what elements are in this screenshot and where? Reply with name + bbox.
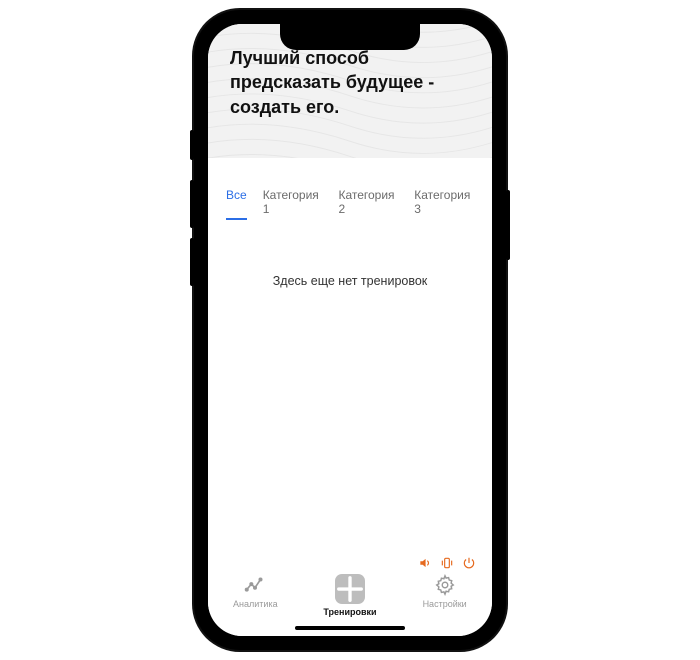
- tab-category-1[interactable]: Категория 1: [263, 188, 323, 220]
- tab-all[interactable]: Все: [226, 188, 247, 220]
- tab-category-3[interactable]: Категория 3: [414, 188, 474, 220]
- phone-frame: 20:18: [194, 10, 506, 650]
- phone-screen: 20:18: [208, 24, 492, 636]
- nav-analytics-label: Аналитика: [233, 599, 278, 609]
- tab-category-2[interactable]: Категория 2: [338, 188, 398, 220]
- analytics-icon: [244, 574, 266, 596]
- nav-workouts-label: Тренировки: [323, 607, 376, 617]
- phone-notch: [280, 24, 420, 50]
- home-indicator[interactable]: [295, 626, 405, 630]
- nav-settings-label: Настройки: [423, 599, 467, 609]
- gear-icon: [434, 574, 456, 596]
- plus-icon: [335, 574, 365, 604]
- nav-settings[interactable]: Настройки: [405, 574, 485, 609]
- vibrate-icon[interactable]: [440, 556, 454, 570]
- footer-utility-icons: [418, 556, 476, 570]
- category-tabs: Все Категория 1 Категория 2 Категория 3: [208, 158, 492, 226]
- sound-icon[interactable]: [418, 556, 432, 570]
- phone-side-button: [190, 130, 194, 160]
- power-icon[interactable]: [462, 556, 476, 570]
- phone-side-button: [190, 238, 194, 286]
- nav-analytics[interactable]: Аналитика: [215, 574, 295, 609]
- add-workout-button[interactable]: [335, 574, 365, 604]
- footer: Аналитика Тренировки Настройки: [208, 558, 492, 636]
- phone-side-button: [190, 180, 194, 228]
- empty-state-text: Здесь еще нет тренировок: [208, 274, 492, 288]
- nav-workouts[interactable]: Тренировки: [310, 574, 390, 617]
- hero-quote: Лучший способ предсказать будущее - созд…: [230, 46, 470, 119]
- phone-side-button: [506, 190, 510, 260]
- bottom-nav: Аналитика Тренировки Настройки: [208, 574, 492, 617]
